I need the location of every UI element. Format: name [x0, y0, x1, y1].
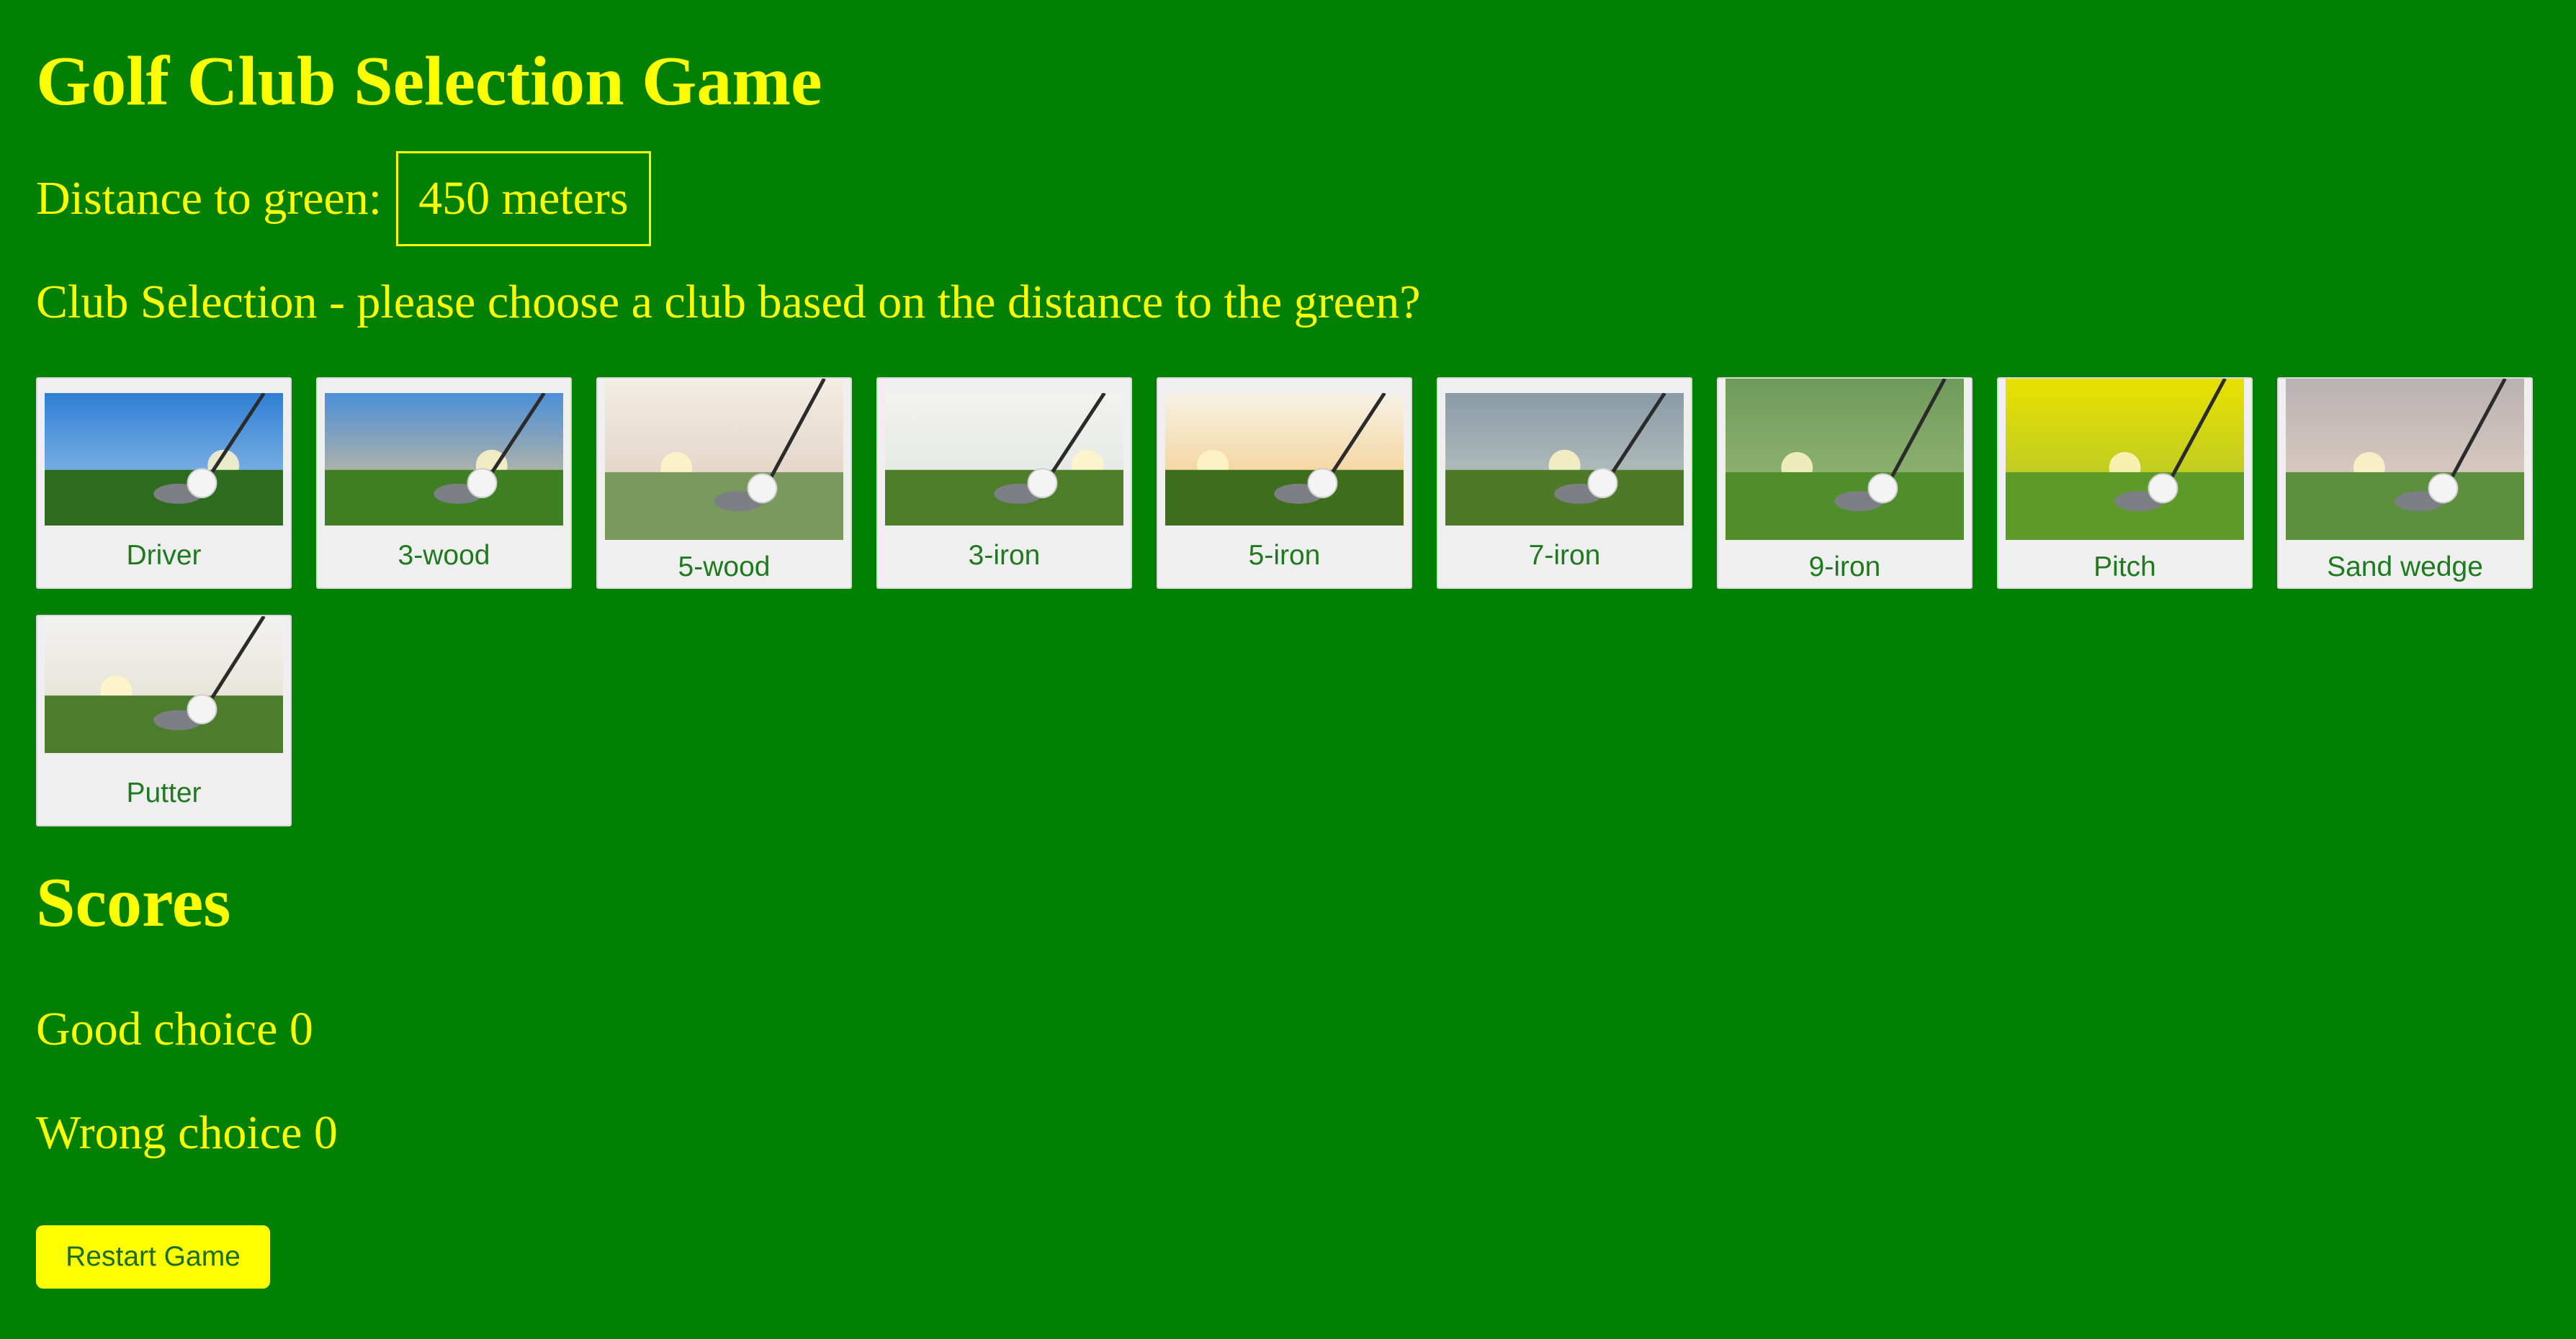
- club-name: 5-iron: [1248, 540, 1321, 571]
- club-card[interactable]: 9-iron: [1717, 377, 1973, 589]
- club-selection-prompt: Club Selection - please choose a club ba…: [36, 276, 1421, 328]
- club-photo-icon: [2286, 379, 2524, 540]
- club-name: Driver: [126, 540, 202, 571]
- club-name: Pitch: [2093, 551, 2156, 582]
- club-card[interactable]: 5-iron: [1157, 377, 1412, 589]
- club-card[interactable]: 3-wood: [316, 377, 572, 589]
- wrong-choice-label: Wrong choice: [36, 1106, 302, 1159]
- club-photo-icon: [1725, 379, 1964, 540]
- club-card[interactable]: 3-iron: [876, 377, 1132, 589]
- good-choice-label: Good choice: [36, 1003, 278, 1055]
- club-name: 3-iron: [968, 540, 1041, 571]
- wrong-choice-value: 0: [313, 1106, 338, 1159]
- distance-label: Distance to green:: [36, 172, 382, 225]
- club-photo-icon: [1445, 393, 1684, 526]
- wrong-choice-score: Wrong choice 0: [36, 1104, 338, 1161]
- club-photo-icon: [885, 393, 1123, 526]
- restart-game-button[interactable]: Restart Game: [36, 1225, 270, 1289]
- club-photo-icon: [1165, 393, 1404, 526]
- club-photo-icon: [325, 393, 563, 526]
- club-card[interactable]: Driver: [36, 377, 292, 589]
- club-photo-icon: [45, 616, 283, 753]
- club-card[interactable]: 5-wood: [596, 377, 852, 589]
- club-card[interactable]: Pitch: [1997, 377, 2253, 589]
- club-name: 3-wood: [398, 540, 490, 571]
- club-name: Putter: [126, 777, 202, 808]
- club-card[interactable]: Sand wedge: [2277, 377, 2533, 589]
- distance-value: 450 meters: [396, 151, 651, 246]
- club-name: Sand wedge: [2327, 551, 2483, 582]
- club-grid: Driver 3-wood 5-wood 3-iron 5-iron 7-iron 9-ir…: [36, 377, 2542, 826]
- club-name: 7-iron: [1528, 540, 1601, 571]
- club-photo-icon: [605, 379, 843, 540]
- club-photo-icon: [2006, 379, 2244, 540]
- page-title: Golf Club Selection Game: [36, 42, 822, 120]
- club-card[interactable]: Putter: [36, 615, 292, 826]
- good-choice-value: 0: [289, 1003, 313, 1055]
- club-name: 9-iron: [1808, 551, 1881, 582]
- distance-row: Distance to green: 450 meters: [36, 151, 651, 246]
- club-card[interactable]: 7-iron: [1437, 377, 1692, 589]
- good-choice-score: Good choice 0: [36, 1001, 313, 1058]
- club-photo-icon: [45, 393, 283, 526]
- scores-heading: Scores: [36, 864, 231, 942]
- club-name: 5-wood: [678, 551, 771, 582]
